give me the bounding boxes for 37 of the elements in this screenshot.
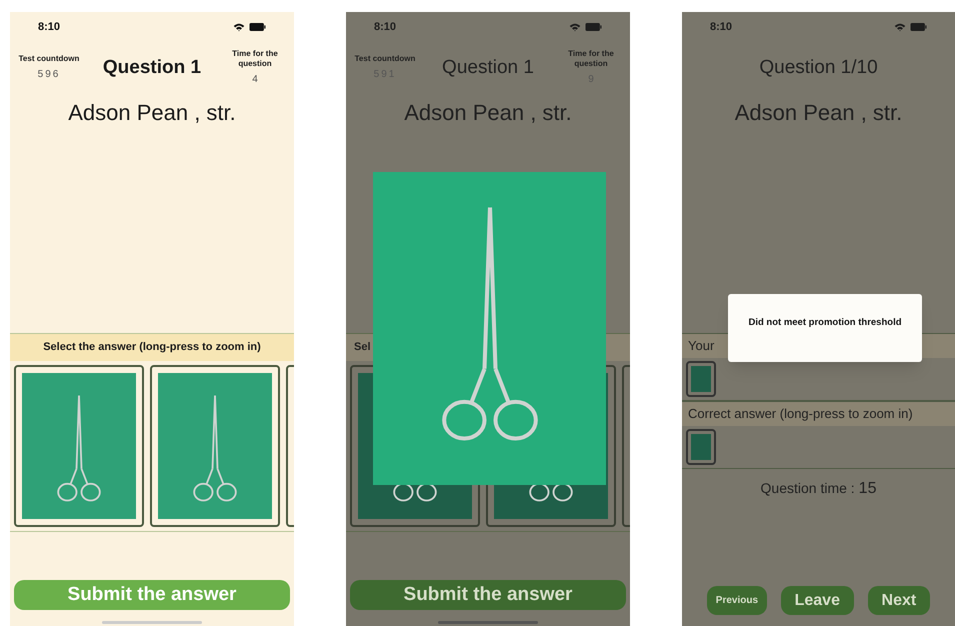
- instrument-name: Adson Pean , str.: [734, 98, 902, 126]
- status-time: 8:10: [374, 20, 396, 35]
- dialog-message: Did not meet promotion threshold: [748, 316, 902, 330]
- question-title: Question 1: [442, 56, 534, 80]
- nav-button[interactable]: Leave: [780, 586, 854, 615]
- question-time-value: 15: [858, 479, 876, 499]
- nav-button[interactable]: Previous: [706, 586, 768, 615]
- countdown-label: Test countdown: [18, 54, 80, 64]
- photo-placeholder: [691, 366, 711, 392]
- battery-icon: [910, 23, 927, 31]
- answer-header: Select the answer (long-press to zoom in): [10, 334, 294, 361]
- submit-button[interactable]: Submit the answer: [350, 580, 626, 610]
- question-title: Question 1: [102, 56, 202, 80]
- status-time: 8:10: [38, 20, 60, 35]
- question-title: Question 1/10: [759, 56, 878, 80]
- wifi-icon: [569, 22, 581, 32]
- status-time: 8:10: [710, 20, 732, 35]
- battery-icon: [249, 23, 266, 31]
- instrument-name: Adson Pean , str.: [404, 98, 572, 126]
- answer-card[interactable]: [14, 365, 144, 527]
- answer-thumbnail[interactable]: [686, 361, 716, 397]
- answer-thumbnail[interactable]: [686, 429, 716, 465]
- battery-icon: [585, 23, 602, 31]
- countdown-label: Test countdown: [354, 54, 416, 64]
- answer-card[interactable]: [150, 365, 280, 527]
- submit-button[interactable]: Submit the answer: [14, 580, 290, 610]
- timer-label: Time for the question: [567, 49, 615, 69]
- nav-button[interactable]: Next: [868, 586, 930, 615]
- photo-placeholder: [691, 434, 711, 460]
- countdown-value: 596: [38, 68, 60, 82]
- question-time-label: Question time :: [760, 479, 855, 498]
- timer-label: Time for the question: [231, 49, 279, 69]
- wifi-icon: [233, 22, 245, 32]
- timer-value: 4: [252, 73, 258, 87]
- section-header: Correct answer (long-press to zoom in): [682, 402, 955, 426]
- wifi-icon: [894, 22, 906, 32]
- instrument-name: Adson Pean , str.: [68, 98, 236, 126]
